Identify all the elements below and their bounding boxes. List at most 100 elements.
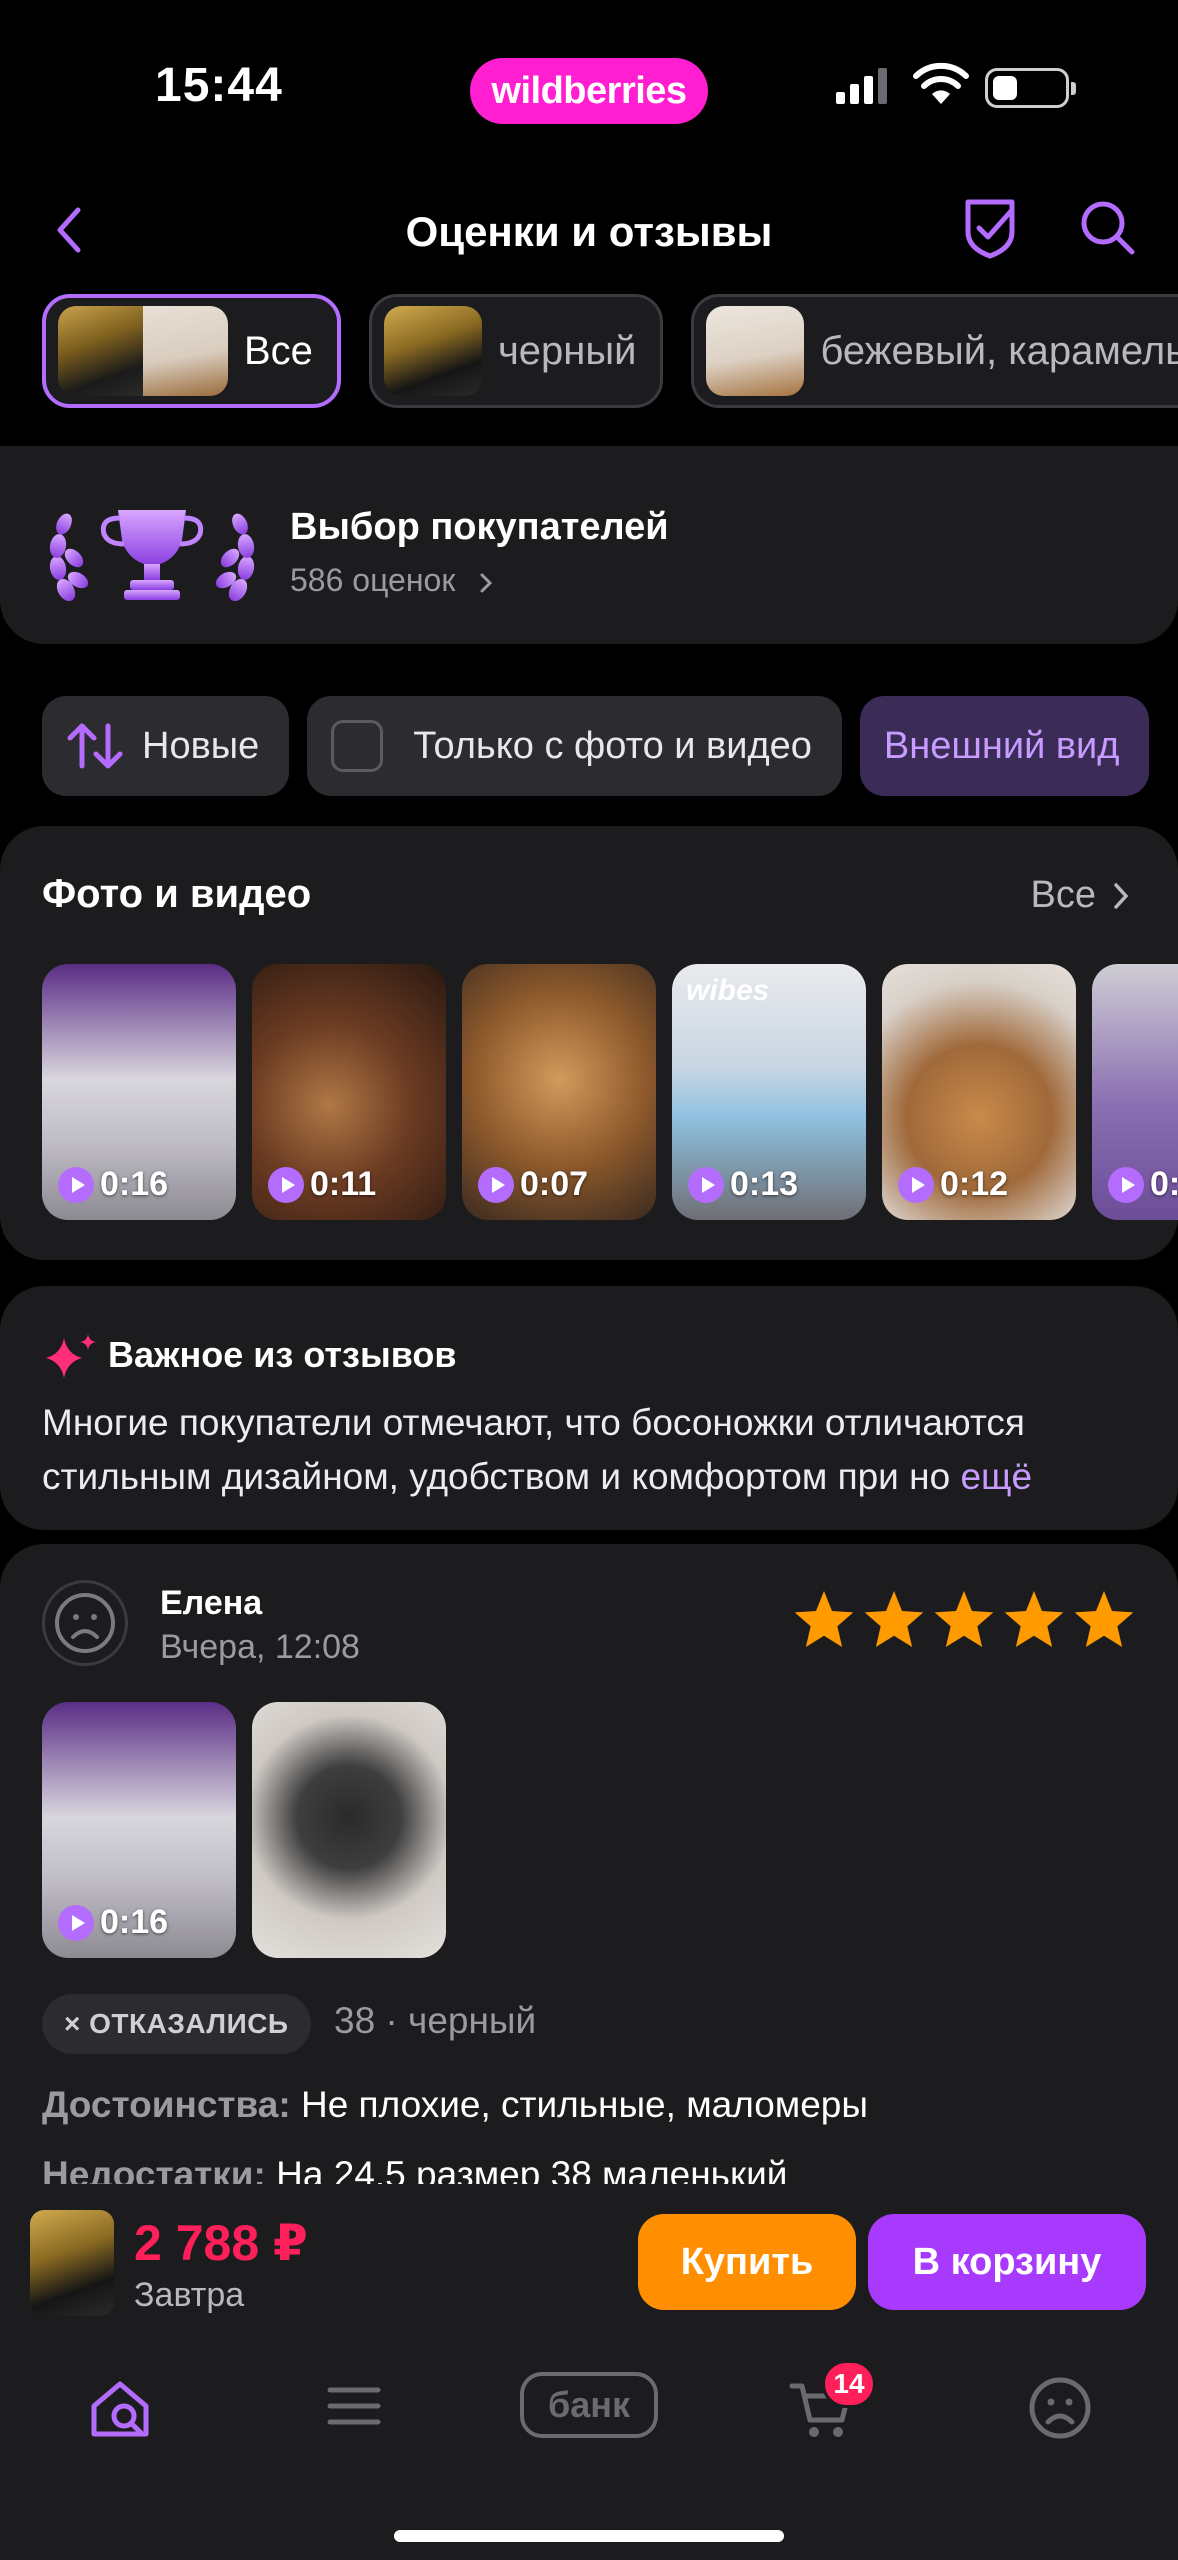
choice-title: Выбор покупателей (290, 506, 669, 548)
star-icon (794, 1591, 854, 1647)
battery-icon (985, 68, 1076, 108)
review-card: Елена Вчера, 12:08 0:16 × ОТКАЗАЛИСЬ 38 … (0, 1544, 1178, 2184)
review-date: Вчера, 12:08 (160, 1628, 360, 1666)
profile-icon[interactable] (1028, 2376, 1092, 2440)
pros-text: Не плохие, стильные, маломеры (300, 2084, 868, 2125)
variant-beige[interactable]: бежевый, карамель (691, 294, 1178, 408)
video-duration: 0:13 (688, 1165, 798, 1204)
chevron-right-icon (1114, 882, 1129, 909)
video-duration: 0:12 (898, 1165, 1008, 1204)
cart-count-badge: 14 (822, 2360, 876, 2408)
status-badge: × ОТКАЗАЛИСЬ (42, 1994, 311, 2054)
media-carousel: 0:16 0:11 0:07 wibes 0:13 0:12 0: (42, 964, 1178, 1220)
review-pros: Достоинства: Не плохие, стильные, маломе… (42, 2084, 868, 2126)
play-icon (1108, 1166, 1144, 1203)
star-icon (864, 1591, 924, 1647)
buy-now-button[interactable]: Купить (638, 2214, 856, 2310)
review-highlights: Важное из отзывов Многие покупатели отме… (0, 1286, 1178, 1530)
trophy-laurel-icon (49, 510, 255, 602)
review-cons: Недостатки: На 24,5 размер 38 маленький (42, 2154, 787, 2184)
play-icon (898, 1166, 934, 1203)
star-icon (934, 1591, 994, 1647)
play-icon (268, 1166, 304, 1203)
search-icon[interactable] (1078, 198, 1138, 258)
home-indicator (394, 2530, 784, 2542)
video-duration: 0: (1108, 1165, 1178, 1204)
sort-button[interactable]: Новые (42, 696, 290, 796)
media-thumbnail[interactable]: 0:12 (882, 964, 1076, 1220)
brand-pill: wildberries (470, 58, 708, 124)
bank-tab[interactable]: банк (520, 2372, 658, 2438)
review-author: Елена (160, 1584, 263, 1622)
media-section: Фото и видео Все 0:16 0:11 0:07 wibes 0:… (0, 826, 1178, 1260)
variant-label: Все (244, 328, 313, 373)
variant-all[interactable]: Все (42, 294, 341, 408)
review-media: 0:16 (42, 1702, 446, 1958)
review-variant-info: 38 · черный (334, 2000, 537, 2041)
wibes-badge: wibes (686, 974, 770, 1007)
play-icon (688, 1166, 724, 1203)
status-bar: 15:44 wildberries (0, 0, 1178, 180)
aspect-label: Внешний вид (883, 724, 1120, 767)
delivery-date: Завтра (134, 2276, 245, 2314)
video-duration: 0:16 (58, 1165, 168, 1204)
sort-arrows-icon (67, 723, 123, 769)
rating-count-link[interactable]: 586 оценок (290, 562, 498, 599)
highlights-title: Важное из отзывов (108, 1334, 457, 1375)
photo-video-checkbox[interactable] (331, 720, 384, 772)
status-time: 15:44 (155, 59, 283, 112)
home-search-icon[interactable] (86, 2376, 154, 2442)
media-thumbnail[interactable]: 0:07 (462, 964, 656, 1220)
sort-label: Новые (142, 724, 260, 767)
customers-choice-card[interactable]: Выбор покупателей 586 оценок (0, 446, 1178, 644)
header: Оценки и отзывы (0, 190, 1178, 270)
variant-label: бежевый, карамель (820, 328, 1178, 373)
chevron-right-icon (480, 573, 493, 593)
media-thumbnail[interactable]: 0:16 (42, 964, 236, 1220)
highlights-text: Многие покупатели отмечают, что босоножк… (42, 1396, 1138, 1504)
cons-label: Недостатки: (42, 2154, 266, 2184)
play-icon (58, 1904, 94, 1941)
media-thumbnail[interactable]: wibes 0:13 (672, 964, 866, 1220)
video-duration: 0:07 (478, 1165, 588, 1204)
variant-label: черный (497, 328, 637, 373)
media-all-link[interactable]: Все (1031, 874, 1132, 917)
aspect-filter-appearance[interactable]: Внешний вид (859, 696, 1150, 796)
verified-reviews-icon[interactable] (960, 196, 1020, 260)
variant-black[interactable]: черный (368, 294, 664, 408)
media-thumbnail[interactable]: 0: (1092, 964, 1178, 1220)
variant-thumbnail (706, 306, 805, 396)
product-thumbnail (30, 2210, 114, 2316)
media-title: Фото и видео (42, 872, 312, 916)
review-rating (792, 1588, 1136, 1650)
wifi-icon (913, 62, 969, 104)
cons-text: На 24,5 размер 38 маленький (276, 2154, 788, 2184)
media-thumbnail[interactable]: 0:11 (252, 964, 446, 1220)
show-more-link[interactable]: ещё (960, 1456, 1032, 1497)
media-all-label: Все (1030, 874, 1096, 916)
video-duration: 0:16 (58, 1903, 168, 1942)
variant-thumbnail (383, 306, 482, 396)
star-icon (1004, 1591, 1064, 1647)
tab-bar: банк 14 (0, 2334, 1178, 2560)
pros-label: Достоинства: (42, 2084, 291, 2125)
catalog-menu-icon[interactable] (324, 2376, 384, 2436)
variant-thumbnail (58, 306, 228, 396)
sparkles-icon (46, 1334, 96, 1378)
filter-bar: Новые Только с фото и видео Внешний вид (42, 696, 1178, 796)
buy-bar: 2 788 ₽ Завтра Купить В корзину (0, 2184, 1178, 2334)
highlights-body: Многие покупатели отмечают, что босоножк… (42, 1402, 1025, 1497)
review-video-thumbnail[interactable]: 0:16 (42, 1702, 236, 1958)
user-avatar-icon (55, 1593, 115, 1653)
photo-video-label: Только с фото и видео (413, 724, 812, 767)
variant-selector: Все черный бежевый, карамель (42, 294, 1178, 408)
add-to-cart-button[interactable]: В корзину (868, 2214, 1146, 2310)
play-icon (478, 1166, 514, 1203)
product-price: 2 788 ₽ (134, 2215, 308, 2271)
review-photo-thumbnail[interactable] (252, 1702, 446, 1958)
avatar (42, 1580, 128, 1666)
photo-video-filter[interactable]: Только с фото и видео (307, 696, 842, 796)
cellular-signal-icon (836, 68, 887, 104)
star-icon (1074, 1591, 1134, 1647)
video-duration: 0:11 (268, 1165, 376, 1204)
